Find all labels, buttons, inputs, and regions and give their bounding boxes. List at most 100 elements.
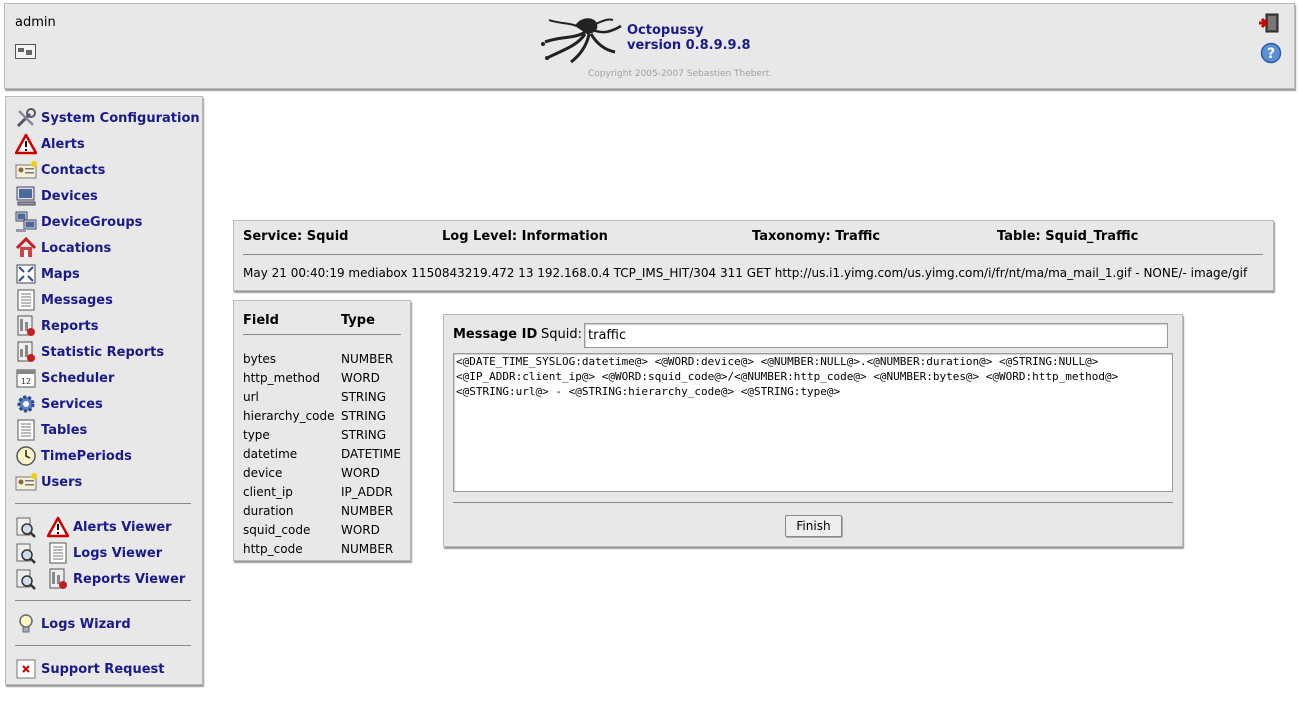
table-row: url STRING: [243, 387, 401, 406]
sidebar-item-label: Statistic Reports: [41, 344, 165, 360]
sidebar-item-label: TimePeriods: [41, 448, 132, 464]
sidebar-item-reports[interactable]: Reports: [6, 313, 202, 339]
sidebar-item-locations[interactable]: Locations: [6, 235, 202, 261]
sidebar-item-users[interactable]: Users: [6, 469, 202, 495]
sidebar-item-label: Tables: [41, 422, 88, 438]
sidebar-item-reports-viewer[interactable]: Reports Viewer: [6, 566, 202, 592]
field-name: datetime: [243, 446, 298, 461]
help-icon[interactable]: ?: [1260, 42, 1282, 68]
sidebar-item-logs-viewer[interactable]: Logs Viewer: [6, 540, 202, 566]
sidebar-item-logs-wizard[interactable]: Logs Wizard: [6, 611, 202, 637]
app-version: version 0.8.9.9.8: [627, 38, 751, 53]
sidebar-item-alerts-viewer[interactable]: Alerts Viewer: [6, 514, 202, 540]
field-name: http_method: [243, 370, 320, 385]
magnifier-icon: [15, 516, 37, 538]
magnifier-icon: [15, 542, 37, 564]
sidebar-item-label: Logs Viewer: [73, 545, 163, 561]
sidebar-divider: [15, 645, 191, 646]
sidebar-divider: [15, 600, 191, 601]
document-icon: [15, 289, 37, 311]
field-name: type: [243, 427, 270, 442]
table-row: bytes NUMBER: [243, 349, 401, 368]
table-row: datetime DATETIME: [243, 444, 401, 463]
field-type: WORD: [340, 465, 380, 480]
sidebar-item-label: Scheduler: [41, 370, 115, 386]
message-id-input[interactable]: [584, 323, 1168, 348]
sidebar-item-alerts[interactable]: Alerts: [6, 131, 202, 157]
app-title: Octopussy version 0.8.9.9.8: [627, 23, 751, 53]
field-name: http_code: [243, 541, 303, 556]
table-row: http_method WORD: [243, 368, 401, 387]
divider: [453, 502, 1173, 503]
table-icon: [15, 419, 37, 441]
sidebar-item-support-request[interactable]: Support Request: [6, 656, 202, 682]
field-type: NUMBER: [340, 351, 394, 366]
table-row: hierarchy_code STRING: [243, 406, 401, 425]
field-type: WORD: [340, 522, 380, 537]
tools-icon: [15, 107, 37, 129]
divider: [243, 254, 1263, 255]
computer-group-icon: [15, 211, 37, 233]
svg-text:12: 12: [21, 377, 31, 386]
sidebar-item-timeperiods[interactable]: TimePeriods: [6, 443, 202, 469]
table-row: type STRING: [243, 425, 401, 444]
map-icon: [15, 263, 37, 285]
sidebar-item-services[interactable]: Services: [6, 391, 202, 417]
table-row: http_code NUMBER: [243, 539, 401, 558]
sample-log-line: May 21 00:40:19 mediabox 1150843219.472 …: [243, 266, 1248, 280]
sidebar-item-label: Services: [41, 396, 103, 412]
field-name: device: [243, 465, 283, 480]
sidebar-item-system-configuration[interactable]: System Configuration: [6, 105, 202, 131]
sidebar-item-label: Alerts: [41, 136, 85, 152]
sidebar-item-scheduler[interactable]: 12 Scheduler: [6, 365, 202, 391]
sidebar-item-tables[interactable]: Tables: [6, 417, 202, 443]
sidebar-item-messages[interactable]: Messages: [6, 287, 202, 313]
lightbulb-icon: [15, 613, 37, 635]
header-panel: admin Octopussy version 0.8.9.9.8 Copyri…: [4, 3, 1295, 89]
table-row: device WORD: [243, 463, 401, 482]
statistic-report-icon: [15, 341, 37, 363]
warning-icon: [15, 133, 37, 155]
column-header-field: Field: [243, 312, 279, 328]
log-level: Log Level: Information: [442, 229, 608, 244]
field-name: url: [243, 389, 259, 404]
table-row: duration NUMBER: [243, 501, 401, 520]
table-row: squid_code WORD: [243, 520, 401, 539]
sidebar-item-statistic-reports[interactable]: Statistic Reports: [6, 339, 202, 365]
logout-icon[interactable]: [1258, 13, 1280, 37]
sidebar-item-label: Support Request: [41, 661, 165, 677]
message-pattern-textarea[interactable]: <@DATE_TIME_SYSLOG:datetime@> <@WORD:dev…: [453, 353, 1173, 492]
field-type: STRING: [340, 408, 387, 423]
field-type: IP_ADDR: [340, 484, 393, 499]
contact-card-icon: [15, 159, 37, 181]
sidebar-item-label: Contacts: [41, 162, 106, 178]
username: admin: [15, 15, 56, 30]
sidebar-item-maps[interactable]: Maps: [6, 261, 202, 287]
sidebar-item-devicegroups[interactable]: DeviceGroups: [6, 209, 202, 235]
sidebar-item-label: Logs Wizard: [41, 616, 131, 632]
screen-mode-icon[interactable]: [15, 44, 36, 63]
sidebar-item-label: DeviceGroups: [41, 214, 143, 230]
field-type: STRING: [340, 427, 387, 442]
fields-panel: Field Type bytes NUMBER http_method WORD url…: [233, 300, 411, 561]
finish-button[interactable]: Finish: [785, 515, 842, 537]
field-name: duration: [243, 503, 294, 518]
service-info-panel: Service: Squid Log Level: Information Ta…: [233, 220, 1274, 291]
sidebar-item-devices[interactable]: Devices: [6, 183, 202, 209]
field-type: STRING: [340, 389, 387, 404]
sidebar-divider: [15, 503, 191, 504]
field-type: DATETIME: [340, 446, 401, 461]
clock-icon: [15, 445, 37, 467]
svg-text:?: ?: [1267, 46, 1275, 62]
field-type: WORD: [340, 370, 380, 385]
sidebar-item-label: Devices: [41, 188, 98, 204]
computer-icon: [15, 185, 37, 207]
divider: [243, 334, 401, 335]
table-row: client_ip IP_ADDR: [243, 482, 401, 501]
report-icon: [47, 568, 69, 590]
field-name: bytes: [243, 351, 277, 366]
warning-icon: [47, 516, 69, 538]
calendar-icon: 12: [15, 367, 37, 389]
sidebar-item-contacts[interactable]: Contacts: [6, 157, 202, 183]
message-editor-panel: Message ID Squid: <@DATE_TIME_SYSLOG:dat…: [443, 314, 1183, 547]
